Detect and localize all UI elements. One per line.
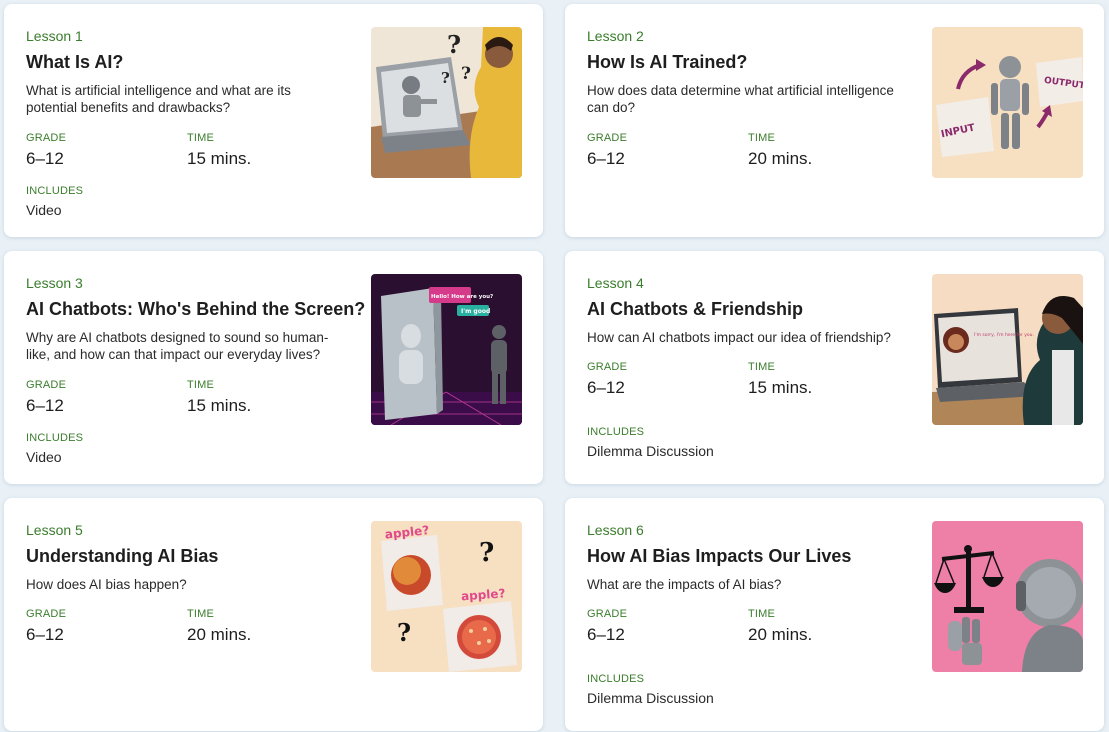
svg-text:?: ? [479,538,494,568]
grade-value: 6–12 [26,625,64,644]
lesson-title[interactable]: AI Chatbots & Friendship [587,299,803,320]
grade-label: GRADE [26,132,67,144]
lesson-title[interactable]: Understanding AI Bias [26,546,218,567]
includes-value: Video [26,449,62,465]
lesson-description: Why are AI chatbots designed to sound so… [26,330,329,362]
lesson-number: Lesson 5 [26,522,83,538]
includes-value: Dilemma Discussion [587,690,714,706]
svg-text:Hello! How are you?: Hello! How are you? [431,294,493,300]
lesson-number: Lesson 6 [587,522,644,538]
lesson-number: Lesson 1 [26,28,83,44]
grade-label: GRADE [587,132,628,144]
chatbot-friend-thumb: I'm sorry, I'm here for you. [932,274,1083,425]
time-value: 20 mins. [187,625,252,644]
includes-label: INCLUDES [587,673,645,685]
grade-value: 6–12 [587,149,625,168]
svg-text:?: ? [397,618,411,647]
apple-bias-thumb: apple? apple? ? ? [371,521,522,672]
grade-label: GRADE [587,361,628,373]
lesson-card-2[interactable]: Lesson 2 How Is AI Trained? How does dat… [565,4,1104,237]
lesson-title[interactable]: How Is AI Trained? [587,52,747,73]
grade-label: GRADE [26,608,67,620]
lesson-card-5[interactable]: Lesson 5 Understanding AI Bias How does … [4,498,543,731]
grade-label: GRADE [587,608,628,620]
lesson-description: What are the impacts of AI bias? [587,577,782,592]
time-value: 15 mins. [748,378,813,397]
time-label: TIME [748,132,776,144]
includes-value: Dilemma Discussion [587,443,714,459]
includes-value: Video [26,202,62,218]
grade-value: 6–12 [26,149,64,168]
lesson-description: What is artificial intelligence and what… [26,83,291,115]
svg-text:I'm sorry, I'm here for you.: I'm sorry, I'm here for you. [974,332,1034,338]
robot-input-output-thumb: INPUT OUTPUT [932,27,1083,178]
svg-text:I'm good: I'm good [461,308,490,315]
time-label: TIME [187,608,215,620]
time-value: 15 mins. [187,149,252,168]
lesson-title[interactable]: AI Chatbots: Who's Behind the Screen? [26,299,365,320]
includes-label: INCLUDES [26,185,84,197]
time-label: TIME [748,608,776,620]
lesson-title[interactable]: How AI Bias Impacts Our Lives [587,546,851,567]
lesson-title[interactable]: What Is AI? [26,52,123,73]
lesson-number: Lesson 4 [587,275,644,291]
time-label: TIME [187,379,215,391]
time-label: TIME [748,361,776,373]
lesson-card-1[interactable]: Lesson 1 What Is AI? What is artificial … [4,4,543,237]
includes-label: INCLUDES [587,426,645,438]
includes-label: INCLUDES [26,432,84,444]
time-value: 15 mins. [187,396,252,415]
robot-laptop-thumb: ? ? ? [371,27,522,178]
chatbot-screen-thumb: Hello! How are you? I'm good [371,274,522,425]
svg-text:?: ? [447,30,461,59]
grade-value: 6–12 [587,378,625,397]
lesson-card-6[interactable]: Lesson 6 How AI Bias Impacts Our Lives W… [565,498,1104,731]
svg-text:?: ? [461,64,471,84]
lesson-card-4[interactable]: Lesson 4 AI Chatbots & Friendship How ca… [565,251,1104,484]
lesson-number: Lesson 2 [587,28,644,44]
lesson-description: How does data determine what artificial … [587,83,894,115]
lesson-number: Lesson 3 [26,275,83,291]
grade-value: 6–12 [587,625,625,644]
svg-text:?: ? [441,69,450,87]
grade-value: 6–12 [26,396,64,415]
grade-label: GRADE [26,379,67,391]
time-value: 20 mins. [748,149,813,168]
time-label: TIME [187,132,215,144]
lesson-card-3[interactable]: Lesson 3 AI Chatbots: Who's Behind the S… [4,251,543,484]
lesson-description: How can AI chatbots impact our idea of f… [587,330,891,345]
time-value: 20 mins. [748,625,813,644]
scales-robot-thumb [932,521,1083,672]
lesson-description: How does AI bias happen? [26,577,187,592]
